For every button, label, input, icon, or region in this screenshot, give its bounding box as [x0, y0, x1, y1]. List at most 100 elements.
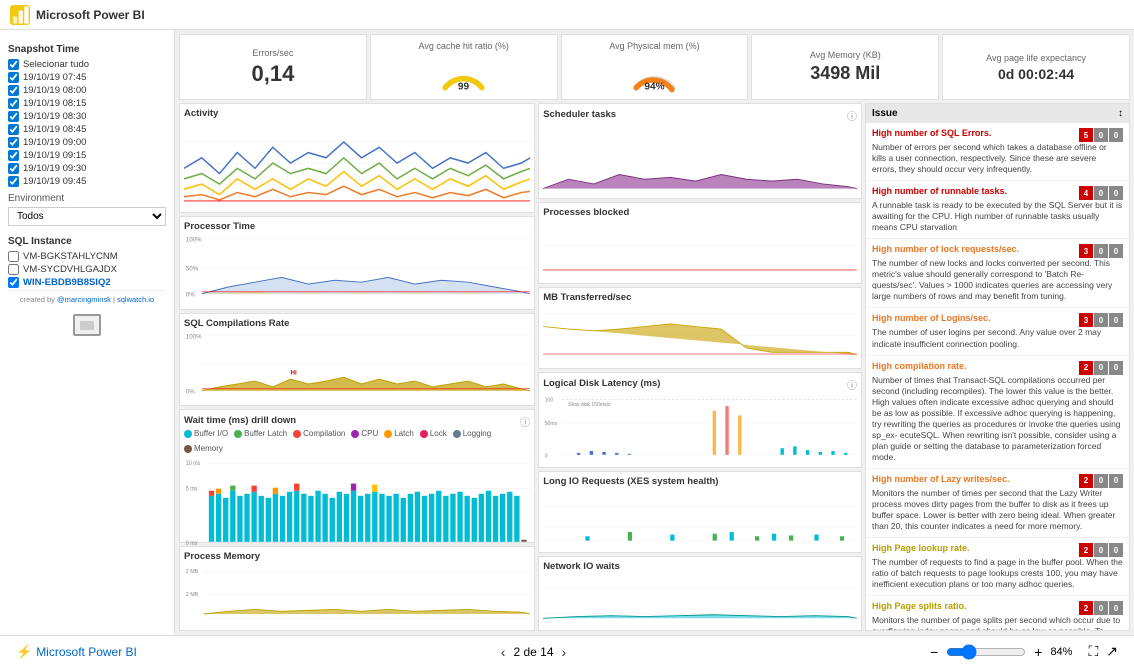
- kpi-errors-value: 0,14: [251, 61, 294, 87]
- zoom-slider[interactable]: [946, 644, 1026, 660]
- legend-item: Buffer Latch: [234, 429, 287, 438]
- prev-page-btn[interactable]: ‹: [501, 644, 506, 660]
- issue-badge-value: 0: [1109, 474, 1123, 488]
- issue-badge-value: 0: [1109, 313, 1123, 327]
- snapshot-item[interactable]: 19/10/19 08:45: [8, 124, 166, 135]
- issue-description: Number of errors per second which takes …: [872, 142, 1123, 175]
- instance-item[interactable]: VM-SYCDVHLGAJDX: [8, 264, 166, 275]
- instance-item[interactable]: WIN-EBDB9B8SIQ2: [8, 277, 166, 288]
- issue-badges: 200: [1079, 474, 1123, 488]
- snapshot-item[interactable]: 19/10/19 07:45: [8, 72, 166, 83]
- snapshot-item[interactable]: 19/10/19 08:30: [8, 111, 166, 122]
- issue-badge-value: 0: [1109, 361, 1123, 375]
- svg-text:0: 0: [545, 453, 548, 459]
- snapshot-item[interactable]: 19/10/19 09:15: [8, 150, 166, 161]
- cache-gauge: 99: [436, 54, 491, 94]
- legend-color: [234, 430, 242, 438]
- issue-badge-value: 0: [1109, 128, 1123, 142]
- powerbi-bottom-logo: ⚡: [16, 644, 32, 660]
- snapshot-checkbox[interactable]: [8, 124, 19, 135]
- long-io-svg: [543, 489, 857, 545]
- instance-checkbox[interactable]: [8, 251, 19, 262]
- zoom-out-btn[interactable]: −: [930, 644, 938, 660]
- snapshot-item[interactable]: 19/10/19 09:45: [8, 176, 166, 187]
- sqlwatch-logo: created by @marcingminsk | sqlwatch.io: [8, 290, 166, 308]
- kpi-avgmem-value: 3498 Mil: [810, 63, 880, 84]
- sql-instance-title: SQL Instance: [8, 236, 166, 247]
- svg-text:2 MB: 2 MB: [186, 569, 199, 575]
- kpi-pagelife-value: 0d 00:02:44: [998, 66, 1074, 82]
- scheduler-tasks-chart: Scheduler tasks ⓘ: [538, 103, 862, 199]
- issue-badge-value: 2: [1079, 361, 1093, 375]
- issue-description: Number of times that Transact-SQL compil…: [872, 375, 1123, 463]
- issue-title: High number of lock requests/sec.: [872, 244, 1019, 254]
- svg-text:100%: 100%: [186, 333, 202, 340]
- snapshot-item[interactable]: 19/10/19 09:30: [8, 163, 166, 174]
- issue-badges: 300: [1079, 244, 1123, 258]
- issue-badge-value: 4: [1079, 186, 1093, 200]
- environment-select[interactable]: Todos: [8, 207, 166, 226]
- snapshot-checkbox[interactable]: [8, 137, 19, 148]
- issue-sort-icon[interactable]: ↕: [1118, 108, 1123, 119]
- legend-item: Compilation: [293, 429, 345, 438]
- share-btn[interactable]: ↗: [1106, 643, 1118, 660]
- svg-text:50%: 50%: [186, 266, 199, 273]
- disk-info-icon[interactable]: ⓘ: [847, 377, 857, 392]
- issue-badge-value: 3: [1079, 244, 1093, 258]
- network-io-svg: [543, 574, 857, 623]
- snapshot-item[interactable]: 19/10/19 08:00: [8, 85, 166, 96]
- powerbi-title: Microsoft Power BI: [36, 8, 145, 22]
- issue-item: High Page lookup rate. 200 The number of…: [866, 538, 1129, 596]
- processes-blocked-chart: Processes blocked: [538, 202, 862, 284]
- select-all-item[interactable]: Selecionar tudo: [8, 59, 166, 70]
- instance-checkbox[interactable]: [8, 277, 19, 288]
- wait-time-info-icon[interactable]: ⓘ: [520, 414, 530, 429]
- issue-header: Issue ↕: [866, 104, 1129, 123]
- issue-badge-value: 2: [1079, 474, 1093, 488]
- issue-badge-value: 2: [1079, 543, 1093, 557]
- snapshot-title: Snapshot Time: [8, 44, 166, 55]
- svg-text:0%: 0%: [186, 388, 195, 395]
- legend-item: Lock: [420, 429, 447, 438]
- fullscreen-btn[interactable]: ⛶: [1088, 643, 1098, 660]
- logical-disk-chart: Logical Disk Latency (ms) ⓘ 100 50ms 0 S…: [538, 372, 862, 468]
- legend-item: Latch: [384, 429, 414, 438]
- issue-description: The number of new locks and locks conver…: [872, 258, 1123, 302]
- sidebar: Snapshot Time Selecionar tudo 19/10/19 0…: [0, 30, 175, 635]
- issue-title: High Page lookup rate.: [872, 543, 970, 553]
- issue-badge-value: 0: [1094, 186, 1108, 200]
- bottom-right: − + 84% ⛶ ↗: [930, 643, 1118, 660]
- zoom-in-btn[interactable]: +: [1034, 644, 1042, 660]
- svg-text:100: 100: [545, 397, 554, 403]
- snapshot-checkbox[interactable]: [8, 176, 19, 187]
- issue-badges: 200: [1079, 361, 1123, 375]
- processor-chart: Processor Time 100% 50% 0%: [179, 216, 535, 309]
- scheduler-info-icon[interactable]: ⓘ: [847, 108, 857, 123]
- kpi-page-life: Avg page life expectancy 0d 00:02:44: [942, 34, 1130, 100]
- kpi-errors-sec: Errors/sec 0,14: [179, 34, 367, 100]
- snapshot-item[interactable]: 19/10/19 08:15: [8, 98, 166, 109]
- issue-badge-value: 0: [1109, 601, 1123, 615]
- snapshot-checkbox[interactable]: [8, 111, 19, 122]
- sql-compilations-chart: SQL Compilations Rate 100% 0%: [179, 313, 535, 406]
- network-io-title: Network IO waits: [543, 561, 857, 572]
- issue-badge-value: 0: [1094, 313, 1108, 327]
- next-page-btn[interactable]: ›: [562, 644, 567, 660]
- snapshot-checkbox[interactable]: [8, 163, 19, 174]
- disk-svg: 100 50ms 0 Slow disk 150ms/s: [543, 392, 857, 462]
- legend-color: [351, 430, 359, 438]
- instance-checkbox[interactable]: [8, 264, 19, 275]
- snapshot-checkbox[interactable]: [8, 98, 19, 109]
- snapshot-checkbox[interactable]: [8, 85, 19, 96]
- phymem-gauge: 94%: [627, 54, 682, 94]
- wait-time-title: Wait time (ms) drill down: [184, 415, 296, 426]
- select-all-checkbox[interactable]: [8, 59, 19, 70]
- snapshot-item[interactable]: 19/10/19 09:00: [8, 137, 166, 148]
- snapshot-checkbox[interactable]: [8, 150, 19, 161]
- instance-item[interactable]: VM-BGKSTAHLYCNM: [8, 251, 166, 262]
- legend-color: [453, 430, 461, 438]
- issue-title: High compilation rate.: [872, 361, 967, 371]
- snapshot-checkbox[interactable]: [8, 72, 19, 83]
- svg-text:5 ms: 5 ms: [186, 486, 198, 492]
- issue-description: A runnable task is ready to be executed …: [872, 200, 1123, 233]
